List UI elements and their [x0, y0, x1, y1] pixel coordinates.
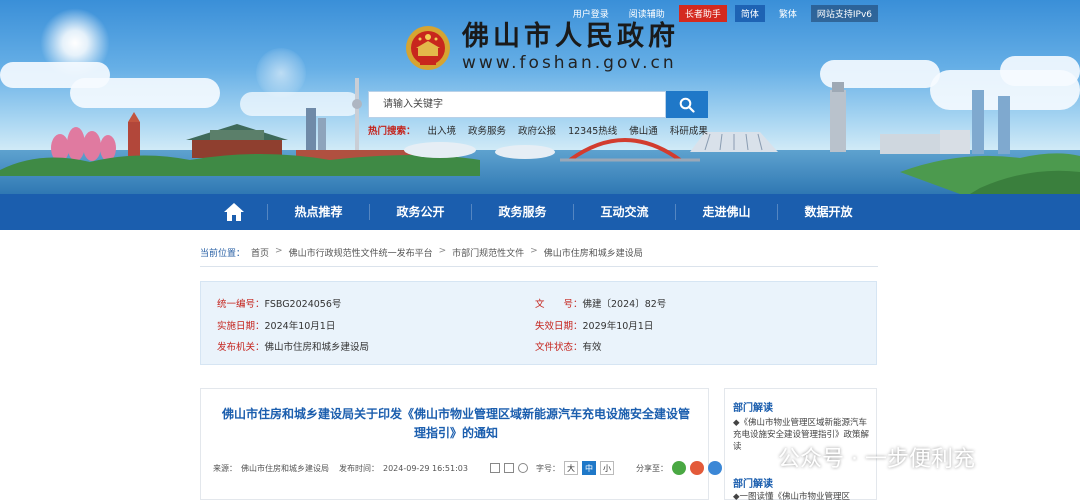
info-key: 文 号：	[535, 299, 583, 310]
elder-mode-button[interactable]: 长者助手	[678, 5, 727, 22]
nav-item-gov-service[interactable]: 政务服务	[471, 204, 573, 220]
hot-search-item[interactable]: 出入境	[428, 123, 457, 137]
info-value: 有效	[582, 342, 602, 353]
font-large-button[interactable]: 大	[563, 461, 578, 475]
weibo-share-icon[interactable]	[689, 461, 704, 475]
nav-item-gov-info[interactable]: 政务公开	[369, 204, 471, 220]
search-icon	[679, 97, 695, 113]
hot-search-item[interactable]: 科研成果	[670, 123, 708, 137]
breadcrumb-separator: >	[438, 246, 447, 256]
hot-search-item[interactable]: 佛山通	[629, 123, 658, 137]
breadcrumb-label: 当前位置：	[200, 249, 246, 259]
site-title: 佛山市人民政府	[462, 21, 679, 52]
simplified-chinese-button[interactable]: 简体	[734, 5, 765, 22]
share-label: 分享至：	[635, 463, 668, 473]
hot-search-item[interactable]: 12345热线	[568, 123, 617, 137]
time-label: 发布时间：	[339, 463, 379, 473]
breadcrumb-separator: >	[275, 246, 283, 256]
info-value: FSBG2024056号	[264, 299, 342, 310]
source-label: 来源：	[213, 463, 237, 473]
info-key: 文件状态：	[535, 342, 583, 353]
article-title: 佛山市住房和城乡建设局关于印发《佛山市物业管理区域新能源汽车充电设施安全建设管理…	[221, 407, 690, 440]
info-value: 2024年10月1日	[264, 321, 336, 332]
info-value: 2029年10月1日	[582, 321, 654, 332]
document-info-panel: 统一编号：FSBG2024056号 文 号：佛建〔2024〕82号 实施日期：2…	[200, 281, 877, 365]
time-value: 2024-09-29 16:51:03	[383, 463, 468, 473]
breadcrumb-item[interactable]: 首页	[251, 246, 269, 259]
article-meta: 来源： 佛山市住房和城乡建设局 发布时间： 2024-09-29 16:51:0…	[213, 461, 740, 475]
wechat-watermark: 公众号 · 一步便利充	[744, 441, 975, 473]
main-nav: 热点推荐 政务公开 政务服务 互动交流 走进佛山 数据开放	[0, 194, 1080, 230]
info-key: 失效日期：	[535, 321, 583, 332]
font-medium-button[interactable]: 中	[581, 461, 596, 475]
speaker-icon[interactable]	[517, 463, 528, 473]
info-issuer: 发布机关：佛山市住房和城乡建设局	[217, 339, 369, 353]
breadcrumb-item[interactable]: 佛山市住房和城乡建设局	[544, 246, 643, 259]
sidebar-section-title: 部门解读	[733, 403, 773, 414]
sidebar-section-title: 部门解读	[733, 479, 773, 490]
article-panel: 佛山市住房和城乡建设局关于印发《佛山市物业管理区域新能源汽车充电设施安全建设管理…	[200, 388, 740, 500]
info-end-date: 失效日期：2029年10月1日	[535, 318, 653, 332]
print-icon[interactable]	[503, 463, 514, 473]
font-size-label: 字号：	[535, 463, 560, 473]
search-button[interactable]	[666, 91, 708, 118]
sidebar-link[interactable]: ◆一图读懂《佛山市物业管理区	[733, 491, 869, 503]
nav-item-interaction[interactable]: 互动交流	[573, 204, 675, 220]
search-input[interactable]: 请输入关键字	[368, 91, 666, 118]
nav-item-about[interactable]: 走进佛山	[675, 204, 777, 220]
wechat-icon	[744, 446, 770, 467]
breadcrumb: 当前位置： 首页 > 佛山市行政规范性文件统一发布平台 > 市部门规范性文件 >…	[200, 246, 878, 267]
reading-aid-link[interactable]: 阅读辅助	[623, 5, 671, 22]
hot-search-item[interactable]: 政府公报	[518, 123, 556, 137]
font-small-button[interactable]: 小	[599, 461, 614, 475]
home-icon	[224, 203, 244, 221]
breadcrumb-item[interactable]: 佛山市行政规范性文件统一发布平台	[289, 246, 433, 259]
site-logo[interactable]: 佛山市人民政府 www.foshan.gov.cn	[404, 22, 679, 74]
hot-search-label: 热门搜索：	[368, 126, 416, 137]
breadcrumb-item[interactable]: 市部门规范性文件	[452, 246, 524, 259]
qq-share-icon[interactable]	[707, 461, 722, 475]
site-url: www.foshan.gov.cn	[462, 53, 677, 73]
national-emblem-icon	[406, 26, 450, 70]
nav-item-open-data[interactable]: 数据开放	[777, 204, 879, 220]
info-number: 文 号：佛建〔2024〕82号	[535, 296, 666, 310]
ipv6-badge: 网站支持IPv6	[810, 5, 878, 22]
hot-search-bar: 热门搜索： 出入境 政务服务 政府公报 12345热线 佛山通 科研成果	[368, 123, 708, 137]
info-key: 实施日期：	[217, 321, 265, 332]
nav-home[interactable]	[201, 194, 267, 230]
nav-item-hot[interactable]: 热点推荐	[267, 204, 369, 220]
source-value: 佛山市住房和城乡建设局	[241, 463, 329, 473]
info-start-date: 实施日期：2024年10月1日	[217, 318, 335, 332]
info-key: 发布机关：	[217, 342, 265, 353]
header-banner: 用户登录 阅读辅助 长者助手 简体 繁体 网站支持IPv6 佛山市人民政府 ww…	[0, 0, 1080, 194]
utility-bar: 用户登录 阅读辅助 长者助手 简体 繁体 网站支持IPv6	[567, 5, 878, 22]
hot-search-item[interactable]: 政务服务	[468, 123, 506, 137]
wechat-share-icon[interactable]	[671, 461, 686, 475]
login-link[interactable]: 用户登录	[567, 5, 615, 22]
bookmark-icon[interactable]	[489, 463, 500, 473]
breadcrumb-separator: >	[530, 246, 538, 256]
watermark-text: 公众号 · 一步便利充	[778, 447, 975, 472]
info-key: 统一编号：	[217, 299, 265, 310]
info-value: 佛山市住房和城乡建设局	[264, 342, 370, 353]
info-status: 文件状态：有效	[535, 339, 602, 353]
info-value: 佛建〔2024〕82号	[582, 299, 667, 310]
info-code: 统一编号：FSBG2024056号	[217, 296, 341, 310]
traditional-chinese-button[interactable]: 繁体	[773, 5, 803, 22]
